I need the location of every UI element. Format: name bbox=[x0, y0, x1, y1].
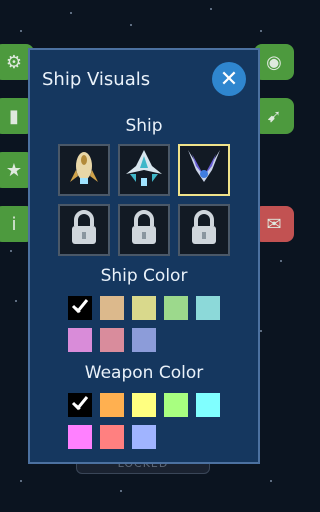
color-swatch[interactable] bbox=[132, 425, 156, 449]
ship-tile-locked[interactable] bbox=[118, 204, 170, 256]
record-button[interactable]: ◉ bbox=[254, 44, 294, 80]
rocket-icon: ➹ bbox=[266, 105, 282, 127]
color-swatch[interactable] bbox=[132, 328, 156, 352]
color-swatch[interactable] bbox=[68, 425, 92, 449]
ship-section-label: Ship bbox=[125, 116, 163, 136]
color-swatch[interactable] bbox=[164, 296, 188, 320]
color-swatch[interactable] bbox=[132, 393, 156, 417]
rocket-ship-icon bbox=[62, 146, 106, 194]
wing-ship-icon bbox=[182, 146, 226, 194]
color-swatch[interactable] bbox=[132, 296, 156, 320]
weapon-color-label: Weapon Color bbox=[84, 363, 204, 383]
lock-icon bbox=[182, 206, 226, 254]
color-swatch[interactable] bbox=[68, 328, 92, 352]
lock-icon bbox=[62, 206, 106, 254]
ship-tile-locked[interactable] bbox=[178, 204, 230, 256]
color-swatch[interactable] bbox=[100, 328, 124, 352]
ship-button[interactable]: ➹ bbox=[254, 98, 294, 134]
mail-button[interactable]: ✉ bbox=[254, 206, 294, 242]
checkmark-icon bbox=[70, 296, 90, 320]
ship-tile[interactable] bbox=[178, 144, 230, 196]
close-icon: ✕ bbox=[219, 66, 239, 92]
color-swatch[interactable] bbox=[164, 393, 188, 417]
lock-icon bbox=[122, 206, 166, 254]
color-swatch[interactable] bbox=[196, 393, 220, 417]
ship-visuals-dialog: Ship Visuals ✕ Ship Ship Color Weapon Co… bbox=[28, 48, 260, 464]
ship-tile-locked[interactable] bbox=[58, 204, 110, 256]
close-button[interactable]: ✕ bbox=[212, 62, 246, 96]
checkmark-icon bbox=[70, 393, 90, 417]
color-swatch[interactable] bbox=[100, 296, 124, 320]
gear-icon: ⚙ bbox=[5, 51, 23, 73]
ship-tile[interactable] bbox=[118, 144, 170, 196]
color-swatch[interactable] bbox=[68, 296, 92, 320]
radio-button-icon: ◉ bbox=[266, 51, 282, 73]
info-icon: i bbox=[11, 213, 17, 235]
color-swatch[interactable] bbox=[68, 393, 92, 417]
dialog-title: Ship Visuals bbox=[42, 69, 151, 90]
bar-chart-icon: ▮ bbox=[9, 105, 19, 127]
color-swatch[interactable] bbox=[196, 296, 220, 320]
color-swatch[interactable] bbox=[100, 393, 124, 417]
color-swatch[interactable] bbox=[100, 425, 124, 449]
mail-icon: ✉ bbox=[266, 213, 282, 235]
star-icon: ★ bbox=[5, 159, 23, 181]
fighter-ship-icon bbox=[122, 146, 166, 194]
ship-tile[interactable] bbox=[58, 144, 110, 196]
ship-color-label: Ship Color bbox=[100, 266, 188, 286]
